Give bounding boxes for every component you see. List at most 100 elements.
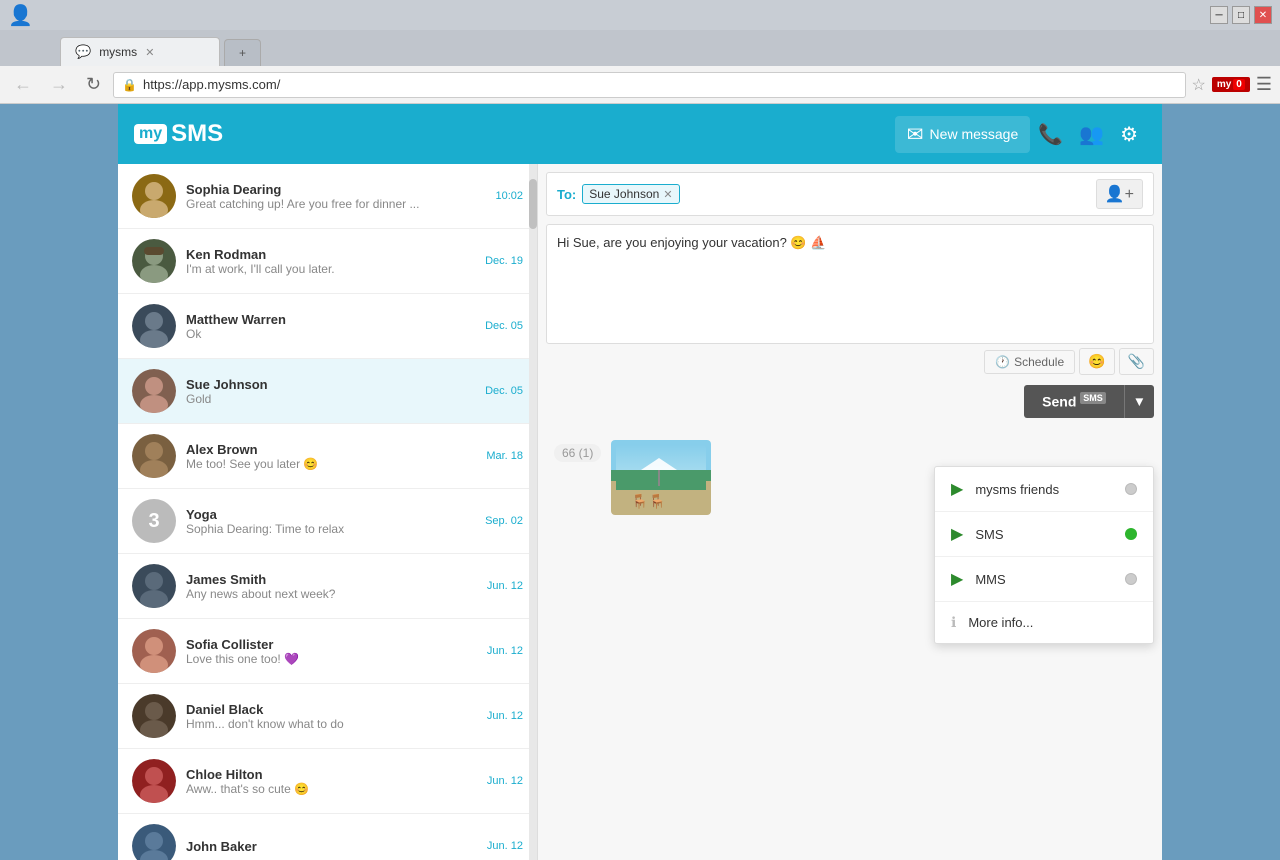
status-dot-mysms — [1125, 483, 1137, 495]
menu-icon[interactable]: ☰ — [1256, 74, 1272, 95]
back-btn[interactable]: ← — [8, 72, 38, 97]
close-btn[interactable]: ✕ — [1254, 6, 1272, 24]
avatar — [132, 759, 176, 803]
list-item[interactable]: Daniel Black Hmm... don't know what to d… — [118, 684, 537, 749]
remove-recipient-btn[interactable]: ✕ — [663, 188, 672, 201]
window-controls: ─ □ ✕ — [1210, 6, 1272, 24]
logo-sms: SMS — [171, 120, 223, 148]
conv-name: Daniel Black — [186, 702, 477, 717]
active-tab[interactable]: 💬 mysms ✕ — [60, 37, 220, 66]
clock-icon: 🕐 — [995, 355, 1010, 369]
to-field: To: Sue Johnson ✕ 👤+ — [546, 172, 1154, 216]
call-btn[interactable]: 📞 — [1030, 116, 1071, 153]
avatar — [132, 629, 176, 673]
sms-icon: ▶ — [951, 524, 963, 544]
conv-time: Sep. 02 — [485, 515, 523, 527]
list-item[interactable]: Matthew Warren Ok Dec. 05 — [118, 294, 537, 359]
conv-info: Alex Brown Me too! See you later 😊 — [186, 442, 476, 471]
avatar — [132, 694, 176, 738]
list-item[interactable]: Sophia Dearing Great catching up! Are yo… — [118, 164, 537, 229]
url-text: https://app.mysms.com/ — [143, 77, 1176, 92]
conversation-list: Sophia Dearing Great catching up! Are yo… — [118, 164, 537, 860]
message-input-area[interactable]: Hi Sue, are you enjoying your vacation? … — [546, 224, 1154, 344]
conv-time: Jun. 12 — [487, 775, 523, 787]
new-tab-btn[interactable]: + — [224, 39, 261, 66]
send-dropdown-btn[interactable]: ▼ — [1124, 385, 1154, 418]
new-message-btn[interactable]: ✉ New message — [895, 116, 1030, 153]
conv-preview: Gold — [186, 392, 475, 406]
minimize-btn[interactable]: ─ — [1210, 6, 1228, 24]
mysms-icon: my 0 — [1212, 77, 1250, 92]
mysms-logo-text: my — [1217, 79, 1231, 90]
app-header: my SMS ✉ New message 📞 👥 ⚙ — [118, 104, 1162, 164]
refresh-btn[interactable]: ↻ — [80, 72, 107, 97]
conv-info: James Smith Any news about next week? — [186, 572, 477, 601]
maximize-btn[interactable]: □ — [1232, 6, 1250, 24]
recipient-tag: Sue Johnson ✕ — [582, 184, 679, 204]
list-item[interactable]: Ken Rodman I'm at work, I'll call you la… — [118, 229, 537, 294]
avatar — [132, 824, 176, 860]
conv-time: Dec. 05 — [485, 385, 523, 397]
title-bar: 👤 ─ □ ✕ — [0, 0, 1280, 30]
list-item[interactable]: Sofia Collister Love this one too! 💜 Jun… — [118, 619, 537, 684]
list-item[interactable]: Chloe Hilton Aww.. that's so cute 😊 Jun.… — [118, 749, 537, 814]
send-area: Send SMS ▼ — [546, 385, 1154, 418]
dropdown-label-mms: MMS — [975, 572, 1005, 587]
message-image: 🪑🪑 — [611, 440, 711, 515]
add-contact-btn[interactable]: 👤+ — [1096, 179, 1143, 209]
dropdown-label-mysms: mysms friends — [975, 482, 1059, 497]
info-icon: ℹ — [951, 614, 956, 631]
avatar — [132, 304, 176, 348]
conv-time: Jun. 12 — [487, 580, 523, 592]
schedule-btn[interactable]: 🕐 Schedule — [984, 350, 1075, 374]
dropdown-item-mysms[interactable]: ▶ mysms friends — [935, 467, 1153, 512]
list-item[interactable]: John Baker Jun. 12 — [118, 814, 537, 860]
to-label: To: — [557, 187, 576, 202]
conv-preview: I'm at work, I'll call you later. — [186, 262, 475, 276]
compose-icon: ✉ — [907, 122, 924, 147]
user-icon: 👤 — [8, 3, 33, 28]
nav-bar: ← → ↻ 🔒 https://app.mysms.com/ ☆ my 0 ☰ — [0, 66, 1280, 104]
send-btn[interactable]: Send SMS — [1024, 385, 1124, 418]
conv-name: Yoga — [186, 507, 475, 522]
settings-btn[interactable]: ⚙ — [1112, 116, 1146, 153]
forward-btn[interactable]: → — [44, 72, 74, 97]
send-btn-group: Send SMS ▼ — [1024, 385, 1154, 418]
tab-bar: 💬 mysms ✕ + — [0, 30, 1280, 66]
conv-preview: Love this one too! 💜 — [186, 652, 477, 666]
list-item[interactable]: 3 Yoga Sophia Dearing: Time to relax Sep… — [118, 489, 537, 554]
tab-icon: 💬 — [75, 44, 91, 60]
conv-time: Dec. 05 — [485, 320, 523, 332]
avatar — [132, 434, 176, 478]
conv-time: Jun. 12 — [487, 645, 523, 657]
conv-info: Matthew Warren Ok — [186, 312, 475, 341]
message-text[interactable]: Hi Sue, are you enjoying your vacation? … — [557, 235, 1143, 333]
address-bar[interactable]: 🔒 https://app.mysms.com/ — [113, 72, 1185, 98]
list-item[interactable]: Alex Brown Me too! See you later 😊 Mar. … — [118, 424, 537, 489]
contacts-btn[interactable]: 👥 — [1071, 116, 1112, 153]
dropdown-item-mms[interactable]: ▶ MMS — [935, 557, 1153, 602]
conv-preview: Sophia Dearing: Time to relax — [186, 522, 475, 536]
lock-icon: 🔒 — [122, 78, 137, 92]
conv-time: Mar. 18 — [486, 450, 523, 462]
avatar — [132, 564, 176, 608]
conv-preview: Aww.. that's so cute 😊 — [186, 782, 477, 796]
attach-btn[interactable]: 📎 — [1119, 348, 1154, 375]
app-container: Sophia Dearing Great catching up! Are yo… — [118, 164, 1162, 860]
conv-name: Sophia Dearing — [186, 182, 485, 197]
avatar — [132, 239, 176, 283]
conv-name: Chloe Hilton — [186, 767, 477, 782]
avatar — [132, 369, 176, 413]
recipient-name: Sue Johnson — [589, 187, 659, 201]
dropdown-item-more-info[interactable]: ℹ More info... — [935, 602, 1153, 643]
message-count: 66 (1) — [554, 444, 601, 462]
nav-right: ☆ my 0 ☰ — [1192, 74, 1273, 95]
tab-close-btn[interactable]: ✕ — [145, 46, 154, 59]
list-item[interactable]: James Smith Any news about next week? Ju… — [118, 554, 537, 619]
dropdown-item-sms[interactable]: ▶ SMS — [935, 512, 1153, 557]
emoji-btn[interactable]: 😊 — [1079, 348, 1114, 375]
conv-name: Sue Johnson — [186, 377, 475, 392]
status-dot-sms — [1125, 528, 1137, 540]
bookmark-icon[interactable]: ☆ — [1192, 75, 1206, 95]
list-item[interactable]: Sue Johnson Gold Dec. 05 — [118, 359, 537, 424]
